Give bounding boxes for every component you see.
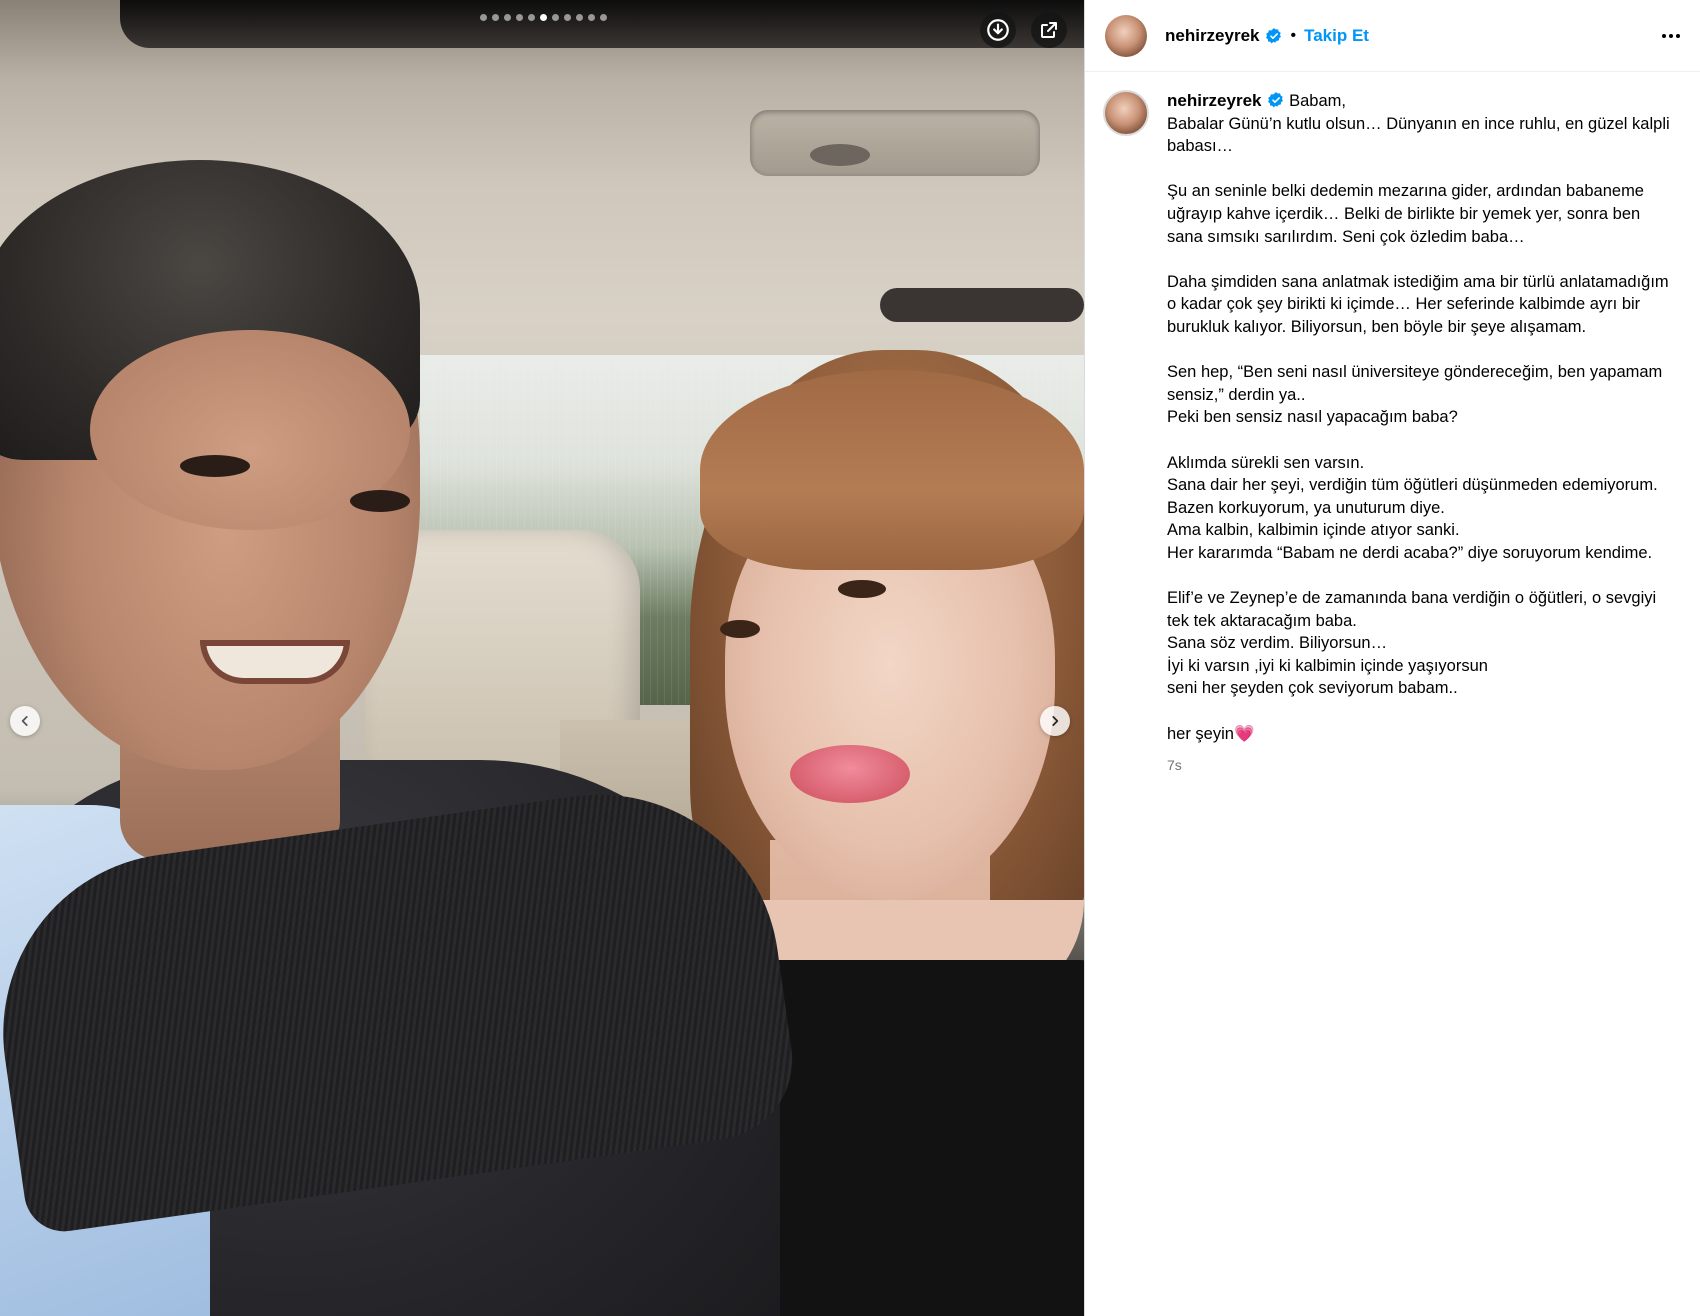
post-photo	[0, 0, 1084, 1316]
caption-body: Babalar Günü’n kutlu olsun… Dünyanın en …	[1167, 114, 1670, 743]
carousel-dot	[540, 14, 547, 21]
carousel-dot	[492, 14, 499, 21]
carousel-dot	[516, 14, 523, 21]
header-username[interactable]: nehirzeyrek	[1165, 26, 1260, 46]
post-timestamp[interactable]: 7s	[1167, 757, 1672, 773]
verified-badge-icon	[1267, 91, 1285, 109]
caption-username[interactable]: nehirzeyrek	[1167, 91, 1262, 110]
carousel-dot	[552, 14, 559, 21]
next-slide-button[interactable]	[1040, 706, 1070, 736]
external-link-icon	[1041, 22, 1057, 38]
caption-first-line: Babam,	[1289, 92, 1346, 110]
carousel-indicator	[480, 14, 607, 21]
chevron-left-icon	[21, 716, 28, 726]
post-header: nehirzeyrek • Takip Et	[1085, 0, 1700, 72]
carousel-dot	[576, 14, 583, 21]
carousel-dot	[600, 14, 607, 21]
heart-emoji-icon: 💗	[1233, 724, 1255, 743]
download-circle-icon	[987, 19, 1009, 41]
carousel-dot	[564, 14, 571, 21]
caption-text: nehirzeyrek Babam, Babalar Günü’n kutlu …	[1167, 90, 1672, 745]
download-button[interactable]	[980, 12, 1016, 48]
post-details-panel: nehirzeyrek • Takip Et nehirzeyrek Babam…	[1084, 0, 1700, 1316]
more-options-button[interactable]	[1658, 26, 1684, 46]
open-external-button[interactable]	[1031, 12, 1067, 48]
verified-badge-icon	[1265, 27, 1283, 45]
post-media[interactable]	[0, 0, 1084, 1316]
follow-button[interactable]: Takip Et	[1304, 26, 1369, 46]
carousel-dot	[504, 14, 511, 21]
previous-slide-button[interactable]	[10, 706, 40, 736]
avatar[interactable]	[1103, 90, 1149, 136]
more-horizontal-icon	[1662, 33, 1666, 38]
caption-comment: nehirzeyrek Babam, Babalar Günü’n kutlu …	[1085, 72, 1700, 773]
avatar[interactable]	[1105, 14, 1147, 57]
carousel-dot	[528, 14, 535, 21]
chevron-right-icon	[1052, 716, 1059, 726]
header-separator: •	[1290, 26, 1297, 44]
carousel-dot	[588, 14, 595, 21]
carousel-dot	[480, 14, 487, 21]
